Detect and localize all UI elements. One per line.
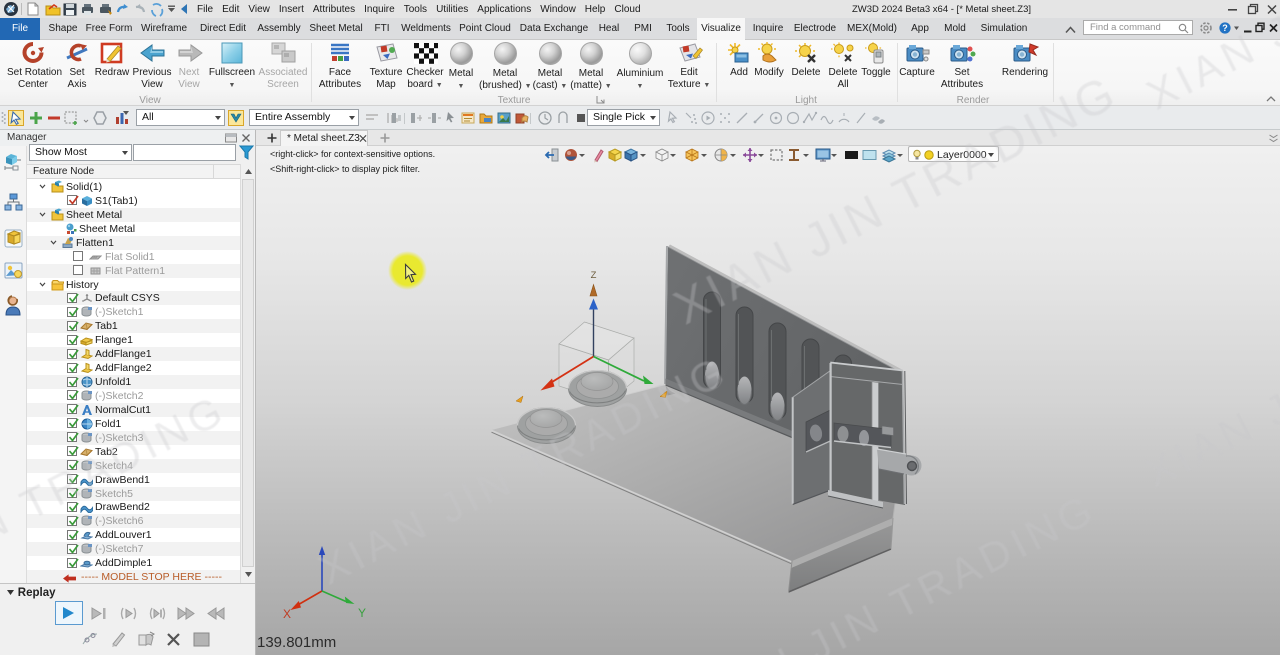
svg-text:?: ? — [1222, 23, 1228, 33]
svg-text:Z: Z — [591, 270, 597, 281]
svg-text:Y: Y — [358, 606, 366, 620]
svg-text:X: X — [283, 607, 291, 621]
